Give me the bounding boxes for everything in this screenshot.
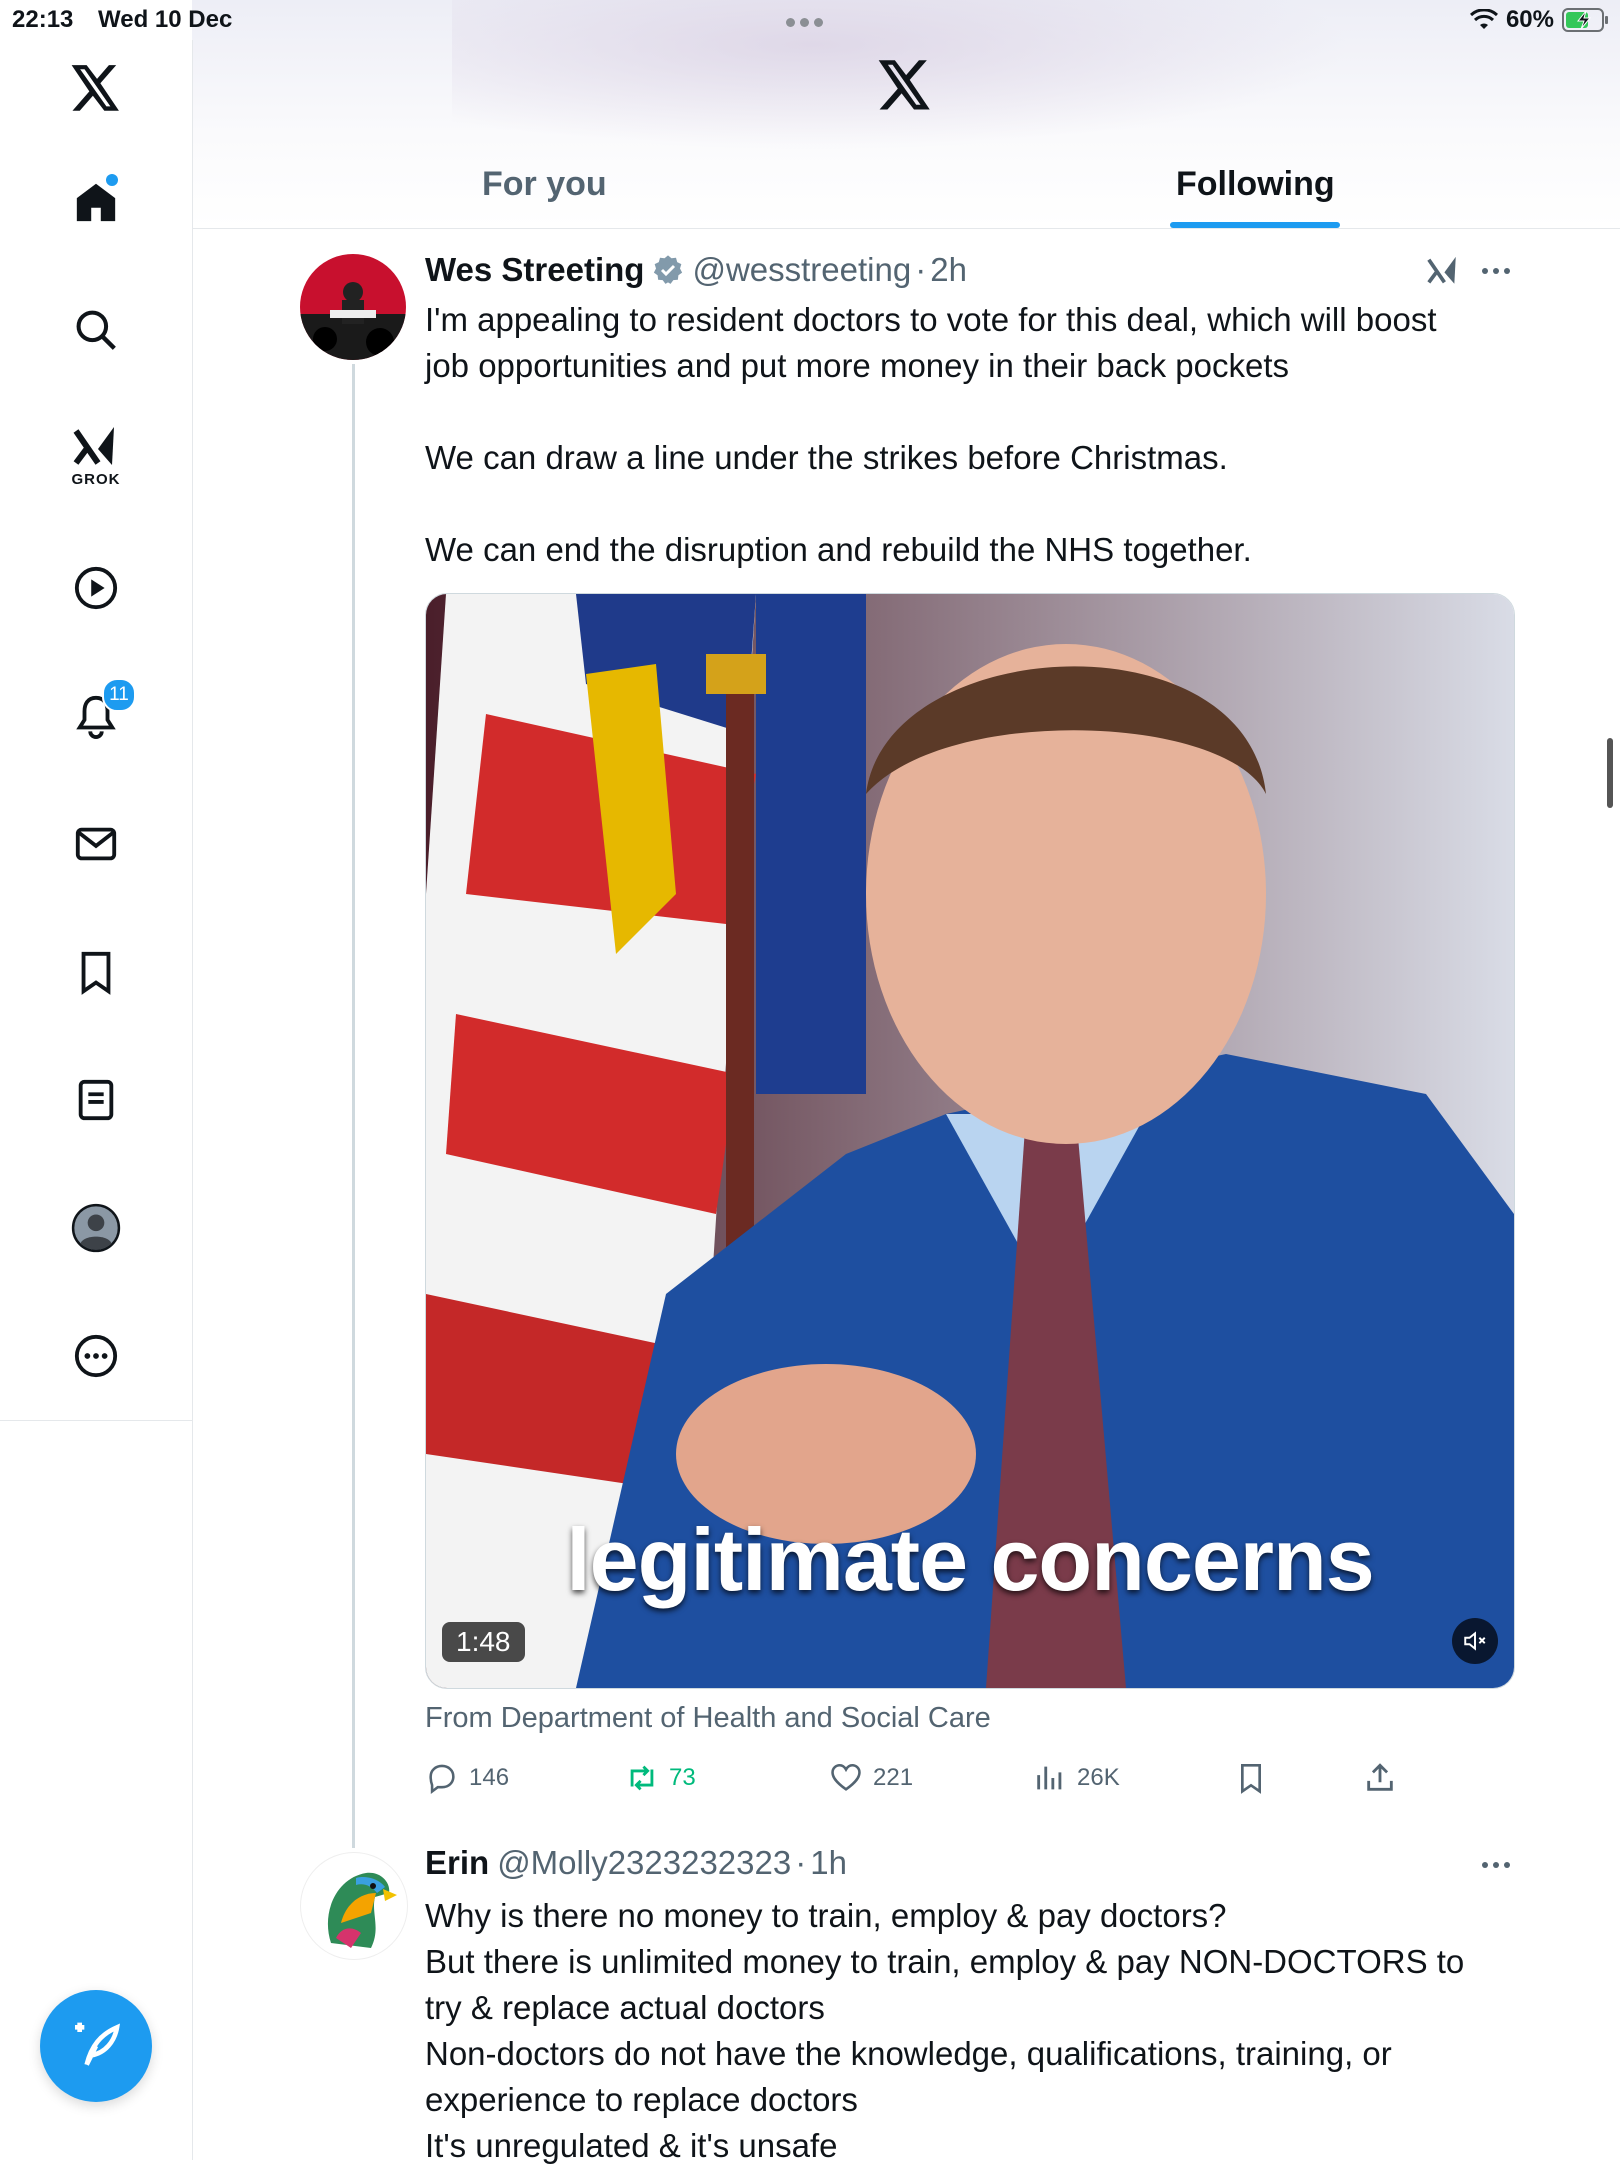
more-options-icon[interactable] — [1482, 268, 1510, 274]
view-count: 26K — [1077, 1764, 1120, 1791]
sidebar-item-more[interactable] — [46, 1316, 146, 1396]
like-button[interactable]: 221 — [829, 1756, 913, 1800]
meta-separator: · — [915, 251, 927, 288]
avatar[interactable] — [300, 1852, 408, 1960]
bookmark-icon — [1241, 1764, 1261, 1794]
reply-icon — [429, 1764, 455, 1795]
author-handle[interactable]: @Molly2323232323 — [497, 1844, 791, 1882]
video-duration: 1:48 — [442, 1622, 525, 1662]
tweet-text: Why is there no money to train, employ &… — [425, 1893, 1525, 2169]
repost-count: 73 — [669, 1764, 696, 1791]
grok-explain-icon[interactable] — [1426, 254, 1460, 293]
mute-button[interactable] — [1452, 1618, 1498, 1664]
header-x-logo-icon[interactable] — [878, 60, 932, 115]
status-bar: 22:13 Wed 10 Dec 60% — [0, 0, 1620, 40]
reply-button[interactable]: 146 — [425, 1756, 509, 1800]
tweet-line-blank — [425, 389, 1525, 435]
share-icon — [1367, 1763, 1393, 1791]
grok-icon — [73, 426, 114, 465]
battery-charging-icon — [1562, 8, 1608, 32]
views-bars-icon — [1037, 1766, 1062, 1790]
post-time[interactable]: 1h — [810, 1844, 847, 1882]
tweet-line: But there is unlimited money to train, e… — [425, 1943, 1465, 1980]
multitasking-dots-icon[interactable] — [786, 14, 832, 27]
meta-separator: · — [795, 1844, 807, 1881]
reply-count: 146 — [469, 1764, 510, 1791]
author-handle[interactable]: @wesstreeting — [692, 251, 911, 289]
sidebar-item-bookmarks[interactable] — [46, 932, 146, 1012]
author-name[interactable]: Wes Streeting — [425, 251, 644, 289]
compose-feather-icon — [75, 2022, 121, 2066]
tweet-line: experience to replace doctors — [425, 2081, 858, 2118]
tweet-line: We can draw a line under the strikes bef… — [425, 439, 1228, 476]
tweet-line: try & replace actual doctors — [425, 1989, 825, 2026]
verified-badge-icon — [654, 255, 683, 284]
tweet-line: Non-doctors do not have the knowledge, q… — [425, 2035, 1392, 2072]
more-circle-icon — [74, 1334, 118, 1378]
sidebar-item-search[interactable] — [46, 290, 146, 370]
tweet-text: I'm appealing to resident doctors to vot… — [425, 297, 1525, 573]
bookmark-icon — [81, 951, 111, 995]
video-caption: legitimate concerns — [566, 1510, 1375, 1609]
thread-connector-line — [352, 364, 355, 1848]
repost-button[interactable]: 73 — [625, 1756, 696, 1800]
like-count: 221 — [873, 1764, 914, 1791]
list-icon — [78, 1079, 114, 1121]
heart-icon — [831, 1763, 861, 1791]
avatar[interactable] — [300, 254, 406, 360]
notifications-badge: 11 — [102, 678, 136, 712]
sidebar-item-lists[interactable] — [46, 1060, 146, 1140]
scrollbar-thumb[interactable] — [1607, 738, 1613, 808]
wifi-icon — [1469, 9, 1498, 29]
tweet-line: job opportunities and put more money in … — [425, 347, 1289, 384]
profile-avatar-icon — [71, 1203, 121, 1253]
sidebar-item-profile[interactable] — [46, 1188, 146, 1268]
sidebar-item-messages[interactable] — [46, 804, 146, 884]
timeline-tabs: For you Following — [192, 140, 1620, 229]
home-unread-dot — [106, 174, 118, 186]
tweet-line: I'm appealing to resident doctors to vot… — [425, 301, 1437, 338]
author-name[interactable]: Erin — [425, 1844, 489, 1882]
sidebar-item-video[interactable] — [46, 548, 146, 628]
tweet-header: Wes Streeting @wesstreeting · 2h — [425, 247, 967, 293]
x-logo-icon[interactable] — [46, 48, 146, 128]
tweet-line: We can end the disruption and rebuild th… — [425, 531, 1252, 568]
mail-icon — [75, 827, 117, 861]
repost-icon — [630, 1765, 654, 1791]
tweet-header: Erin @Molly2323232323 · 1h — [425, 1840, 847, 1886]
tweet-line: It's unregulated & it's unsafe — [425, 2127, 838, 2164]
tweet-line-blank — [425, 481, 1525, 527]
tweet-actions: 146 73 221 26K — [425, 1756, 1425, 1800]
post-time[interactable]: 2h — [930, 251, 967, 289]
sidebar-nav: GROK 11 — [0, 40, 193, 1421]
grok-label: GROK — [71, 470, 121, 488]
battery-percent: 60% — [1505, 6, 1554, 33]
tab-following[interactable]: Following — [1176, 140, 1335, 228]
active-tab-indicator — [1170, 222, 1340, 228]
bookmark-button[interactable] — [1235, 1756, 1267, 1800]
tweet-line: Why is there no money to train, employ &… — [425, 1897, 1227, 1934]
more-options-icon[interactable] — [1482, 1862, 1510, 1868]
share-button[interactable] — [1363, 1756, 1397, 1800]
video-source[interactable]: From Department of Health and Social Car… — [425, 1702, 991, 1735]
sidebar-item-notifications[interactable]: 11 — [46, 676, 146, 756]
views-button[interactable]: 26K — [1033, 1756, 1120, 1800]
status-time: 22:13 — [12, 6, 74, 33]
play-circle-icon — [74, 566, 118, 610]
compose-post-button[interactable] — [40, 1990, 152, 2102]
video-player[interactable]: legitimate concerns 1:48 — [425, 593, 1515, 1689]
status-date: Wed 10 Dec — [98, 6, 233, 33]
sidebar-item-grok[interactable]: GROK — [46, 416, 146, 496]
speaker-muted-icon — [1464, 1631, 1486, 1651]
tab-for-you[interactable]: For you — [482, 140, 607, 228]
sidebar-item-home[interactable] — [46, 162, 146, 242]
search-icon — [76, 310, 116, 350]
